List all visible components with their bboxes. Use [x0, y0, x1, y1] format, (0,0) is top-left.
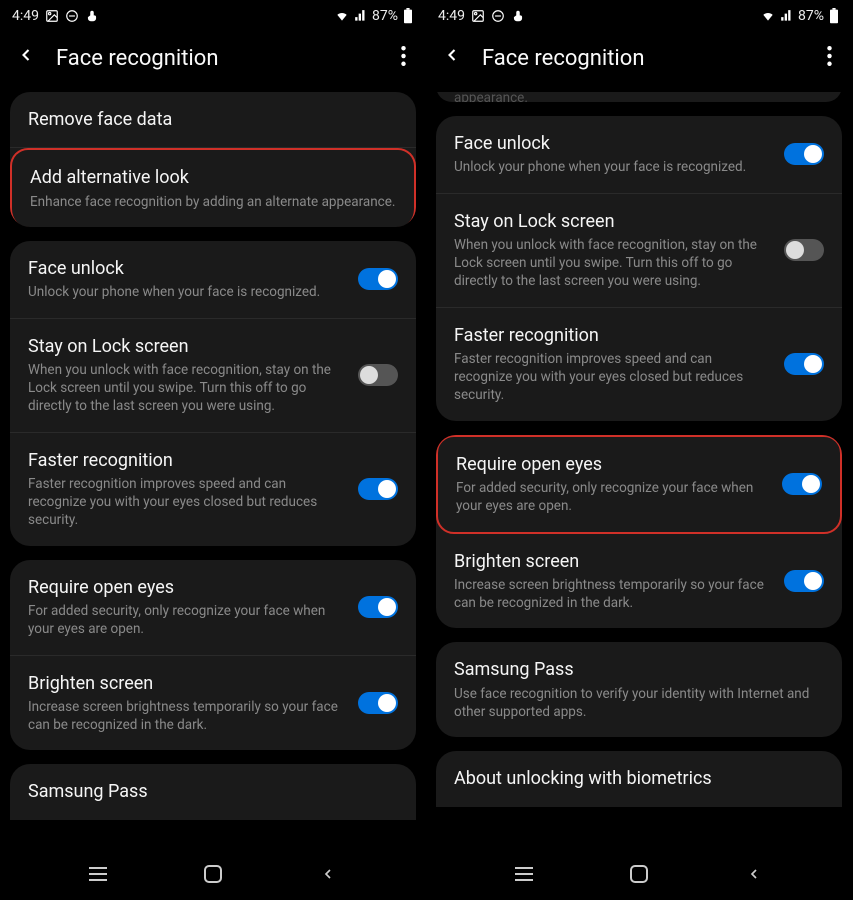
settings-list[interactable]: Remove face data Add alternative look En…	[0, 92, 426, 852]
row-title: Face unlock	[454, 132, 772, 155]
samsung-pass-row[interactable]: Samsung Pass	[10, 764, 416, 819]
row-desc: Use face recognition to verify your iden…	[454, 685, 824, 721]
status-bar: 4:49 87%	[426, 0, 852, 32]
samsung-pass-row[interactable]: Samsung Pass Use face recognition to ver…	[436, 642, 842, 737]
row-title: Require open eyes	[456, 453, 770, 476]
row-desc: Unlock your phone when your face is reco…	[454, 158, 772, 176]
battery-pct: 87%	[798, 8, 824, 24]
row-desc: For added security, only recognize your …	[28, 602, 346, 638]
row-title: Add alternative look	[30, 166, 396, 189]
stay-on-lock-row[interactable]: Stay on Lock screen When you unlock with…	[436, 194, 842, 308]
wifi-icon	[760, 9, 776, 23]
brighten-screen-row[interactable]: Brighten screen Increase screen brightne…	[10, 656, 416, 751]
row-desc: Enhance face recognition by adding an al…	[30, 193, 396, 211]
touch-icon	[85, 9, 99, 23]
remove-face-data-row[interactable]: Remove face data	[10, 92, 416, 148]
row-desc: Faster recognition improves speed and ca…	[454, 350, 772, 405]
row-title: Samsung Pass	[454, 658, 824, 681]
row-desc: When you unlock with face recognition, s…	[454, 236, 772, 291]
card-samsung-pass: Samsung Pass Use face recognition to ver…	[436, 642, 842, 737]
back-button[interactable]	[442, 45, 462, 71]
face-unlock-toggle[interactable]	[784, 143, 824, 165]
card-samsung-pass: Samsung Pass	[10, 764, 416, 819]
dnd-icon	[491, 9, 505, 23]
battery-pct: 87%	[372, 8, 398, 24]
wifi-icon	[334, 9, 350, 23]
card-security-options: Require open eyes For added security, on…	[10, 560, 416, 751]
add-alternative-look-row[interactable]: Add alternative look Enhance face recogn…	[10, 148, 416, 227]
row-desc: Increase screen brightness temporarily s…	[454, 576, 772, 612]
dnd-icon	[65, 9, 79, 23]
card-unlock-options: Face unlock Unlock your phone when your …	[436, 116, 842, 421]
brighten-screen-toggle[interactable]	[784, 570, 824, 592]
row-title: Faster recognition	[28, 449, 346, 472]
row-title: Require open eyes	[28, 576, 346, 599]
brighten-screen-row[interactable]: Brighten screen Increase screen brightne…	[436, 534, 842, 629]
back-nav-button[interactable]	[298, 864, 358, 888]
image-icon	[45, 9, 59, 23]
home-button[interactable]	[183, 864, 243, 888]
row-desc: For added security, only recognize your …	[456, 479, 770, 515]
faster-recognition-row[interactable]: Faster recognition Faster recognition im…	[436, 308, 842, 421]
page-title: Face recognition	[482, 46, 803, 71]
header: Face recognition	[426, 32, 852, 92]
stay-on-lock-toggle[interactable]	[784, 239, 824, 261]
back-nav-button[interactable]	[724, 864, 784, 888]
face-unlock-row[interactable]: Face unlock Unlock your phone when your …	[10, 241, 416, 319]
stay-on-lock-toggle[interactable]	[358, 364, 398, 386]
nav-bar	[0, 852, 426, 900]
row-title: Brighten screen	[454, 550, 772, 573]
touch-icon	[511, 9, 525, 23]
row-title: Samsung Pass	[28, 780, 398, 803]
row-desc: Unlock your phone when your face is reco…	[28, 283, 346, 301]
recents-button[interactable]	[494, 866, 554, 886]
row-title: Stay on Lock screen	[454, 210, 772, 233]
image-icon	[471, 9, 485, 23]
row-title: Stay on Lock screen	[28, 335, 346, 358]
phone-right: 4:49 87% Face recognition appearance. Fa…	[426, 0, 852, 900]
status-time: 4:49	[438, 8, 465, 24]
faster-recognition-row[interactable]: Faster recognition Faster recognition im…	[10, 433, 416, 546]
row-title: Face unlock	[28, 257, 346, 280]
row-desc: Faster recognition improves speed and ca…	[28, 475, 346, 530]
signal-icon	[354, 9, 368, 23]
phone-left: 4:49 87% Face recognition Remove face da…	[0, 0, 426, 900]
about-biometrics-row[interactable]: About unlocking with biometrics	[436, 751, 842, 806]
require-open-eyes-toggle[interactable]	[782, 473, 822, 495]
require-open-eyes-row[interactable]: Require open eyes For added security, on…	[10, 560, 416, 656]
home-button[interactable]	[609, 864, 669, 888]
status-time: 4:49	[12, 8, 39, 24]
more-menu-button[interactable]	[823, 42, 836, 74]
settings-list[interactable]: appearance. Face unlock Unlock your phon…	[426, 92, 852, 852]
stay-on-lock-row[interactable]: Stay on Lock screen When you unlock with…	[10, 319, 416, 433]
row-title: Faster recognition	[454, 324, 772, 347]
row-desc: Increase screen brightness temporarily s…	[28, 698, 346, 734]
face-unlock-toggle[interactable]	[358, 268, 398, 290]
row-title: Brighten screen	[28, 672, 346, 695]
nav-bar	[426, 852, 852, 900]
row-title: About unlocking with biometrics	[454, 767, 824, 790]
row-title: Remove face data	[28, 108, 398, 131]
card-security-options: Require open eyes For added security, on…	[436, 435, 842, 629]
faster-recognition-toggle[interactable]	[358, 478, 398, 500]
card-cut-top: appearance.	[436, 92, 842, 102]
require-open-eyes-row[interactable]: Require open eyes For added security, on…	[436, 435, 842, 534]
card-about-biometrics: About unlocking with biometrics	[436, 751, 842, 806]
battery-icon	[402, 8, 414, 24]
battery-icon	[828, 8, 840, 24]
signal-icon	[780, 9, 794, 23]
brighten-screen-toggle[interactable]	[358, 692, 398, 714]
more-menu-button[interactable]	[397, 42, 410, 74]
status-bar: 4:49 87%	[0, 0, 426, 32]
require-open-eyes-toggle[interactable]	[358, 596, 398, 618]
face-unlock-row[interactable]: Face unlock Unlock your phone when your …	[436, 116, 842, 194]
card-unlock-options: Face unlock Unlock your phone when your …	[10, 241, 416, 546]
page-title: Face recognition	[56, 46, 377, 71]
header: Face recognition	[0, 32, 426, 92]
card-face-data: Remove face data Add alternative look En…	[10, 92, 416, 227]
recents-button[interactable]	[68, 866, 128, 886]
row-desc: When you unlock with face recognition, s…	[28, 361, 346, 416]
back-button[interactable]	[16, 45, 36, 71]
faster-recognition-toggle[interactable]	[784, 353, 824, 375]
